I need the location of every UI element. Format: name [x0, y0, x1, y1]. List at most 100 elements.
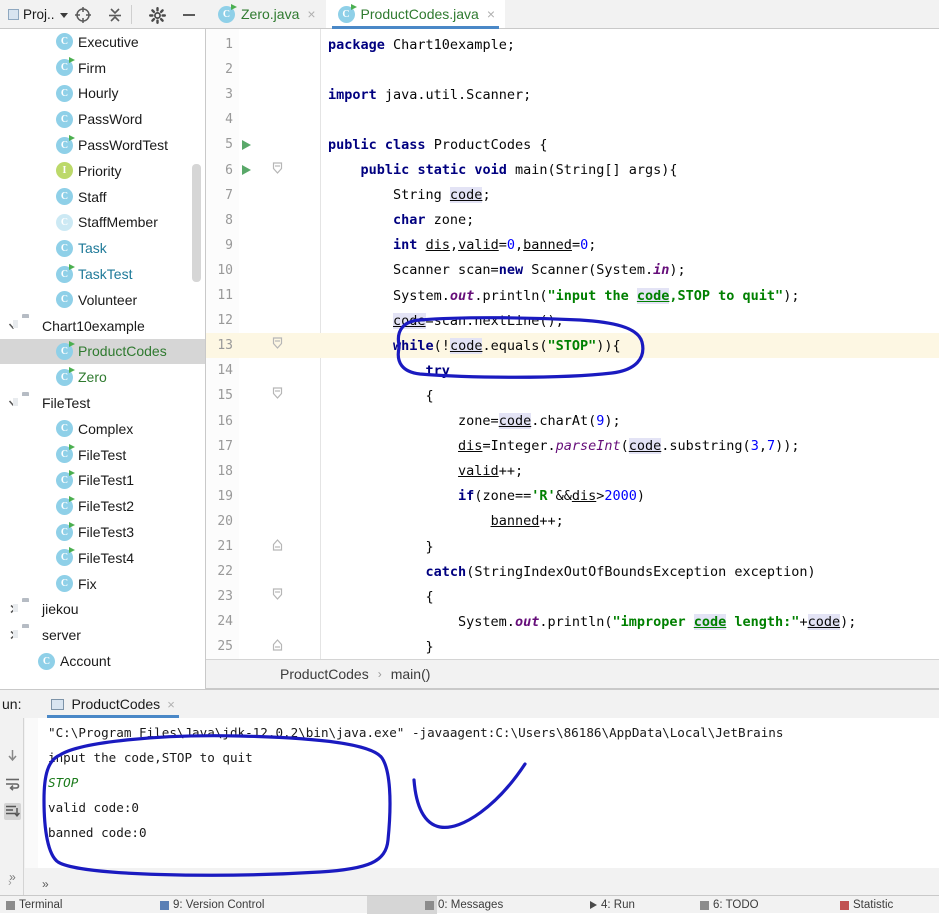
locate-target-icon[interactable] — [72, 4, 94, 26]
gutter-fold-open-icon[interactable] — [272, 387, 283, 404]
status-item-run[interactable]: 4: Run — [590, 899, 635, 911]
sidebar-item-fix[interactable]: C Fix — [0, 571, 205, 597]
sidebar-item-volunteer[interactable]: C Volunteer — [0, 287, 205, 313]
line-number: 14 — [217, 363, 233, 379]
project-view-selector[interactable]: Proj.. — [4, 3, 72, 26]
code-editor[interactable]: 1 package Chart10example; 2 3 import java.ut… — [206, 29, 939, 659]
sidebar-item-filetest3[interactable]: C FileTest3 — [0, 519, 205, 545]
sidebar-item-staff[interactable]: C Staff — [0, 184, 205, 210]
sidebar-item-zero[interactable]: C Zero — [0, 364, 205, 390]
gutter-fold-close-icon[interactable] — [272, 638, 283, 655]
sidebar-item-server[interactable]: server — [0, 622, 205, 648]
console-gutter — [25, 718, 38, 868]
tree-twisty-none — [42, 551, 56, 565]
scroll-to-end-icon[interactable] — [4, 803, 21, 820]
gutter-fold-open-icon[interactable] — [272, 588, 283, 605]
project-panel-icon — [8, 9, 19, 20]
sidebar-item-jiekou[interactable]: jiekou — [0, 597, 205, 623]
line-number: 17 — [217, 438, 233, 454]
project-tree-panel[interactable]: C Executive C Firm C Hourly C PassWord C PassWord… — [0, 29, 206, 689]
collapse-all-icon[interactable] — [104, 4, 126, 26]
sidebar-item-label: ProductCodes — [78, 343, 167, 360]
tree-twisty-none — [42, 499, 56, 513]
class-icon: C — [56, 33, 73, 51]
sidebar-item-filetest2[interactable]: C FileTest2 — [0, 493, 205, 519]
status-item-todo[interactable]: 6: TODO — [700, 899, 759, 911]
sidebar-item-staffmember[interactable]: C StaffMember — [0, 210, 205, 236]
sidebar-item-hourly[interactable]: C Hourly — [0, 81, 205, 107]
code-text: System.out.println("improper code length… — [328, 613, 857, 630]
editor-line: 11 System.out.println("input the code,ST… — [206, 283, 939, 308]
gutter-fold-close-icon[interactable] — [272, 538, 283, 555]
sidebar-item-filetest1[interactable]: C FileTest1 — [0, 468, 205, 494]
sidebar-item-label: Account — [60, 653, 111, 670]
status-item-messages[interactable]: 0: Messages — [425, 899, 503, 911]
class-icon: C — [56, 188, 73, 206]
sidebar-item-executive[interactable]: C Executive — [0, 29, 205, 55]
line-number: 7 — [225, 187, 233, 203]
sidebar-item-filetest[interactable]: FileTest — [0, 390, 205, 416]
sidebar-item-passwordtest[interactable]: C PassWordTest — [0, 132, 205, 158]
status-item-terminal[interactable]: Terminal — [6, 899, 62, 911]
sidebar-item-label: Complex — [78, 420, 134, 437]
expand-chevron-icon[interactable]: » — [4, 868, 21, 885]
sidebar-item-priority[interactable]: I Priority — [0, 158, 205, 184]
editor-line: 9 int dis,valid=0,banned=0; — [206, 233, 939, 258]
sidebar-item-tasktest[interactable]: C TaskTest — [0, 261, 205, 287]
editor-tab-productcodes-java[interactable]: C ProductCodes.java × — [325, 0, 506, 29]
breadcrumb-item-method[interactable]: main() — [391, 666, 431, 682]
console-output[interactable]: "C:\Program Files\Java\jdk-12.0.2\bin\ja… — [25, 718, 939, 868]
tree-twisty-none — [42, 190, 56, 204]
gutter-run-icon[interactable] — [242, 165, 251, 176]
editor-tab-zero-java[interactable]: C Zero.java × — [206, 0, 326, 28]
gutter-run-icon[interactable] — [242, 139, 251, 150]
line-number: 25 — [217, 639, 233, 655]
breadcrumb-item-class[interactable]: ProductCodes — [280, 666, 369, 682]
editor-line: 25 } — [206, 634, 939, 659]
tree-twisty-none — [42, 164, 56, 178]
status-left-chevron-icon[interactable]: › — [8, 877, 12, 889]
run-config-tab[interactable]: ProductCodes × — [43, 690, 182, 718]
console-line: STOP — [48, 775, 79, 790]
sidebar-item-chart10example[interactable]: Chart10example — [0, 313, 205, 339]
close-icon[interactable]: × — [487, 6, 495, 22]
sidebar-item-firm[interactable]: C Firm — [0, 55, 205, 81]
minimize-icon[interactable] — [178, 4, 200, 26]
sidebar-item-account[interactable]: C Account — [0, 648, 205, 674]
sidebar-item-productcodes[interactable]: C ProductCodes — [0, 338, 205, 365]
sidebar-item-complex[interactable]: C Complex — [0, 416, 205, 442]
editor-line: 4 — [206, 107, 939, 132]
sidebar-item-password[interactable]: C PassWord — [0, 106, 205, 132]
code-text: import java.util.Scanner; — [328, 86, 532, 103]
console-expand-chevron-icon[interactable]: » — [42, 877, 49, 891]
code-text: while(!code.equals("STOP")){ — [393, 337, 621, 354]
sidebar-item-task[interactable]: C Task — [0, 235, 205, 261]
line-number: 23 — [217, 589, 233, 605]
sidebar-item-filetest4[interactable]: C FileTest4 — [0, 545, 205, 571]
line-number: 13 — [217, 338, 233, 354]
tree-twisty-none — [24, 654, 38, 668]
scroll-down-icon[interactable] — [4, 747, 21, 764]
toolbar-divider — [131, 5, 132, 24]
status-item-versioncontrol[interactable]: 9: Version Control — [160, 899, 264, 911]
breadcrumb[interactable]: ProductCodes › main() — [206, 659, 939, 689]
run-panel-sidebar: » — [0, 718, 24, 896]
sidebar-item-label: Task — [78, 240, 107, 257]
project-tree-scrollbar[interactable] — [192, 164, 201, 282]
class-icon: C — [56, 420, 73, 438]
status-item-statistic[interactable]: Statistic — [840, 899, 893, 911]
line-number: 4 — [225, 112, 233, 128]
status-item-label: 4: Run — [601, 899, 635, 911]
class-icon: C — [56, 547, 75, 567]
gutter-fold-open-icon[interactable] — [272, 337, 283, 354]
settings-gear-icon[interactable] — [146, 4, 168, 26]
gutter-fold-open-icon[interactable] — [272, 161, 283, 179]
sidebar-item-filetest[interactable]: C FileTest — [0, 442, 205, 468]
soft-wrap-icon[interactable] — [4, 775, 21, 792]
close-icon[interactable]: × — [307, 6, 315, 22]
code-text: dis=Integer.parseInt(code.substring(3,7)… — [458, 438, 800, 455]
close-icon[interactable]: × — [167, 697, 175, 712]
terminal-icon — [6, 900, 15, 910]
project-view-label: Proj.. — [23, 7, 55, 22]
class-icon: C — [56, 239, 73, 257]
